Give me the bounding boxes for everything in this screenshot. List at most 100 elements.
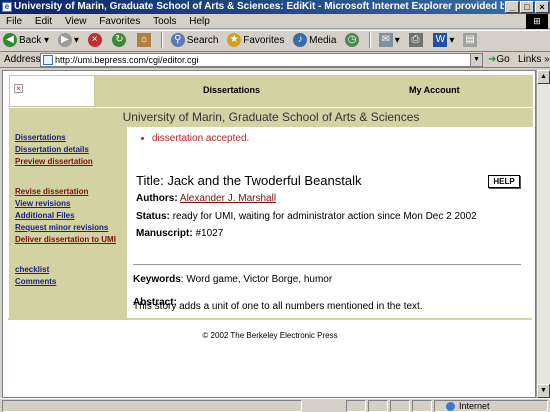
links-button[interactable]: Links » bbox=[518, 52, 550, 68]
window-title: University of Marin, Graduate School of … bbox=[14, 1, 504, 12]
footer-rule bbox=[8, 318, 532, 320]
menu-view[interactable]: View bbox=[65, 16, 87, 27]
minimize-button[interactable]: _ bbox=[505, 1, 519, 13]
links-label: Links bbox=[518, 54, 542, 65]
ie-app-icon: e bbox=[2, 2, 12, 12]
address-input[interactable]: http://umi.bepress.com/cgi/editor.cgi ▼ bbox=[40, 53, 483, 67]
print-icon: ⎙ bbox=[408, 33, 423, 48]
security-zone-label: Internet bbox=[459, 401, 490, 411]
nav-dissertations[interactable]: Dissertations bbox=[203, 85, 260, 95]
refresh-button[interactable]: ↻ bbox=[109, 31, 131, 51]
toolbar: ◀ Back ▾ ▶ ▾ × ↻ ⌂ ⚲ Search ★ Favorites ♪ Med… bbox=[0, 30, 550, 52]
page-icon bbox=[43, 55, 53, 65]
back-button[interactable]: ◀ Back ▾ bbox=[0, 31, 52, 51]
edit-icon: W bbox=[433, 33, 448, 48]
authors-label: Authors: bbox=[136, 193, 178, 204]
sidebar-item-deliver-dissertation[interactable]: Deliver dissertation to UMI bbox=[15, 235, 116, 244]
stop-icon: × bbox=[87, 33, 102, 48]
status-bar: Internet bbox=[0, 398, 550, 412]
main-content: dissertation accepted. Title: Jack and t… bbox=[127, 127, 533, 318]
sidebar-item-dissertations[interactable]: Dissertations bbox=[15, 133, 66, 142]
discuss-icon: ▤ bbox=[463, 33, 478, 48]
address-url: http://umi.bepress.com/cgi/editor.cgi bbox=[55, 55, 199, 65]
logo-placeholder: × bbox=[9, 75, 95, 107]
title-value: Jack and the Twoderful Beanstalk bbox=[167, 173, 362, 188]
keywords-field: Keywords: Word game, Victor Borge, humor bbox=[133, 274, 333, 285]
mail-button[interactable]: ✉ ▾ bbox=[376, 31, 403, 51]
keywords-label: Keywords bbox=[133, 274, 181, 285]
sidebar-item-view-revisions[interactable]: View revisions bbox=[15, 199, 70, 208]
close-button[interactable]: × bbox=[535, 1, 549, 13]
authors-field: Authors: Alexander J. Marshall bbox=[136, 193, 276, 204]
forward-arrow-icon: ▶ bbox=[57, 33, 72, 48]
sidebar-item-dissertation-details[interactable]: Dissertation details bbox=[15, 145, 89, 154]
manuscript-label: Manuscript: bbox=[136, 228, 193, 239]
sidebar: Dissertations Dissertation details Previ… bbox=[9, 127, 127, 318]
browser-viewport: × Dissertations My Account University of… bbox=[2, 70, 536, 398]
menu-help[interactable]: Help bbox=[189, 16, 210, 27]
history-button[interactable]: ◷ bbox=[342, 31, 364, 51]
status-label: Status: bbox=[136, 211, 170, 222]
toolbar-separator bbox=[368, 32, 371, 49]
print-button[interactable]: ⎙ bbox=[406, 31, 428, 51]
discuss-button[interactable]: ▤ bbox=[460, 31, 482, 51]
menu-file[interactable]: File bbox=[6, 16, 22, 27]
status-cell-1 bbox=[346, 400, 366, 412]
author-link[interactable]: Alexander J. Marshall bbox=[180, 193, 276, 204]
forward-button[interactable]: ▶ ▾ bbox=[55, 31, 82, 51]
menu-tools[interactable]: Tools bbox=[153, 16, 176, 27]
sidebar-item-checklist[interactable]: checklist bbox=[15, 265, 49, 274]
maximize-button[interactable]: □ bbox=[520, 1, 534, 13]
security-zone: Internet bbox=[446, 400, 490, 412]
status-field: Status: ready for UMI, waiting for admin… bbox=[136, 211, 477, 222]
toolbar-separator bbox=[160, 32, 163, 49]
back-arrow-icon: ◀ bbox=[3, 33, 17, 48]
media-label: Media bbox=[309, 35, 337, 46]
go-button[interactable]: ➜Go bbox=[488, 52, 510, 68]
back-label: Back bbox=[19, 35, 42, 46]
menu-edit[interactable]: Edit bbox=[35, 16, 52, 27]
sidebar-item-comments[interactable]: Comments bbox=[15, 277, 56, 286]
manuscript-field: Manuscript: #1027 bbox=[136, 228, 223, 239]
status-cell-2 bbox=[368, 400, 388, 412]
home-icon: ⌂ bbox=[137, 33, 152, 48]
nav-my-account[interactable]: My Account bbox=[409, 85, 460, 95]
title-label: Title: bbox=[136, 173, 164, 188]
scroll-down-icon[interactable]: ▼ bbox=[537, 384, 550, 398]
status-cell-4 bbox=[412, 400, 432, 412]
address-bar: Address http://umi.bepress.com/cgi/edito… bbox=[0, 52, 550, 68]
keywords-value: Word game, Victor Borge, humor bbox=[186, 274, 333, 285]
vertical-scrollbar[interactable]: ▲ ▼ bbox=[536, 70, 550, 398]
menu-bar: File Edit View Favorites Tools Help ⊞ bbox=[0, 14, 550, 29]
search-label: Search bbox=[186, 35, 219, 46]
sidebar-item-additional-files[interactable]: Additional Files bbox=[15, 211, 75, 220]
edit-button[interactable]: W ▾ bbox=[430, 31, 457, 51]
stop-button[interactable]: × bbox=[85, 31, 107, 51]
windows-logo-icon: ⊞ bbox=[526, 14, 548, 29]
sidebar-item-preview-dissertation[interactable]: Preview dissertation bbox=[15, 157, 93, 166]
search-button[interactable]: ⚲ Search bbox=[168, 31, 222, 51]
school-title: University of Marin, Graduate School of … bbox=[9, 107, 533, 127]
window-title-bar[interactable]: e University of Marin, Graduate School o… bbox=[0, 0, 550, 14]
status-value: ready for UMI, waiting for administrator… bbox=[172, 211, 477, 222]
sidebar-item-request-minor-revisions[interactable]: Request minor revisions bbox=[15, 223, 108, 232]
go-label: Go bbox=[496, 54, 510, 65]
media-icon: ♪ bbox=[293, 33, 308, 48]
sidebar-item-revise-dissertation[interactable]: Revise dissertation bbox=[15, 187, 88, 196]
menu-favorites[interactable]: Favorites bbox=[99, 16, 140, 27]
footer-copyright: © 2002 The Berkeley Electronic Press bbox=[202, 331, 338, 340]
address-dropdown-icon[interactable]: ▼ bbox=[470, 54, 482, 66]
home-button[interactable]: ⌂ bbox=[134, 31, 156, 51]
window-controls: _ □ × bbox=[504, 1, 549, 13]
help-button[interactable]: HELP bbox=[488, 175, 520, 188]
favorites-button[interactable]: ★ Favorites bbox=[224, 31, 287, 51]
history-icon: ◷ bbox=[345, 33, 360, 48]
media-button[interactable]: ♪ Media bbox=[290, 31, 339, 51]
refresh-icon: ↻ bbox=[112, 33, 127, 48]
bullet-icon bbox=[141, 136, 144, 140]
status-message-text: dissertation accepted. bbox=[152, 133, 250, 144]
search-icon: ⚲ bbox=[170, 33, 185, 48]
header-bar: × Dissertations My Account bbox=[9, 75, 533, 107]
scroll-up-icon[interactable]: ▲ bbox=[537, 70, 550, 84]
status-cell-3 bbox=[390, 400, 410, 412]
